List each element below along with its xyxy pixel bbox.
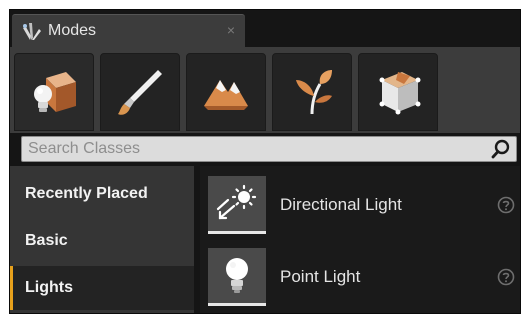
help-icon[interactable] xyxy=(496,267,516,287)
list-item-point-light[interactable]: Point Light xyxy=(200,243,520,311)
search-input[interactable] xyxy=(22,137,490,161)
modes-tab-icon xyxy=(18,19,44,43)
point-light-icon xyxy=(226,257,248,293)
category-label: Basic xyxy=(25,232,68,249)
directional-light-thumbnail xyxy=(208,176,266,234)
help-icon[interactable] xyxy=(496,195,516,215)
paint-mode-button[interactable] xyxy=(100,53,180,131)
category-basic[interactable]: Basic xyxy=(10,219,194,263)
tab-modes[interactable]: Modes × xyxy=(12,14,245,47)
place-mode-button[interactable] xyxy=(14,53,94,131)
modes-panel: Modes × Search Classes Recently Placed B… xyxy=(9,9,521,314)
tab-title: Modes xyxy=(48,22,97,39)
foliage-leaf-icon xyxy=(296,70,332,115)
close-icon[interactable]: × xyxy=(227,22,235,38)
content-area: Recently Placed Basic Lights Directional… xyxy=(10,166,520,313)
directional-light-icon xyxy=(216,184,257,219)
geometry-mode-button[interactable] xyxy=(358,53,438,131)
foliage-mode-button[interactable] xyxy=(272,53,352,131)
search-bar xyxy=(21,136,517,162)
tab-bar: Modes × xyxy=(10,10,520,47)
search-icon[interactable] xyxy=(490,138,512,160)
item-label: Directional Light xyxy=(280,195,402,214)
mode-toolbar xyxy=(10,47,520,133)
class-list: Directional Light Point Light xyxy=(200,166,520,313)
geometry-edit-icon xyxy=(379,72,421,115)
place-mode-icon xyxy=(34,72,76,112)
landscape-mode-button[interactable] xyxy=(186,53,266,131)
item-label: Point Light xyxy=(280,267,361,286)
point-light-thumbnail xyxy=(208,248,266,306)
category-lights[interactable]: Lights xyxy=(10,266,194,310)
category-label: Lights xyxy=(25,279,73,296)
landscape-mountain-icon xyxy=(204,80,248,110)
category-sidebar: Recently Placed Basic Lights xyxy=(10,166,194,313)
category-recently-placed[interactable]: Recently Placed xyxy=(10,172,194,216)
category-label: Recently Placed xyxy=(25,185,148,202)
paint-brush-icon xyxy=(118,70,162,115)
list-item-directional-light[interactable]: Directional Light xyxy=(200,171,520,239)
